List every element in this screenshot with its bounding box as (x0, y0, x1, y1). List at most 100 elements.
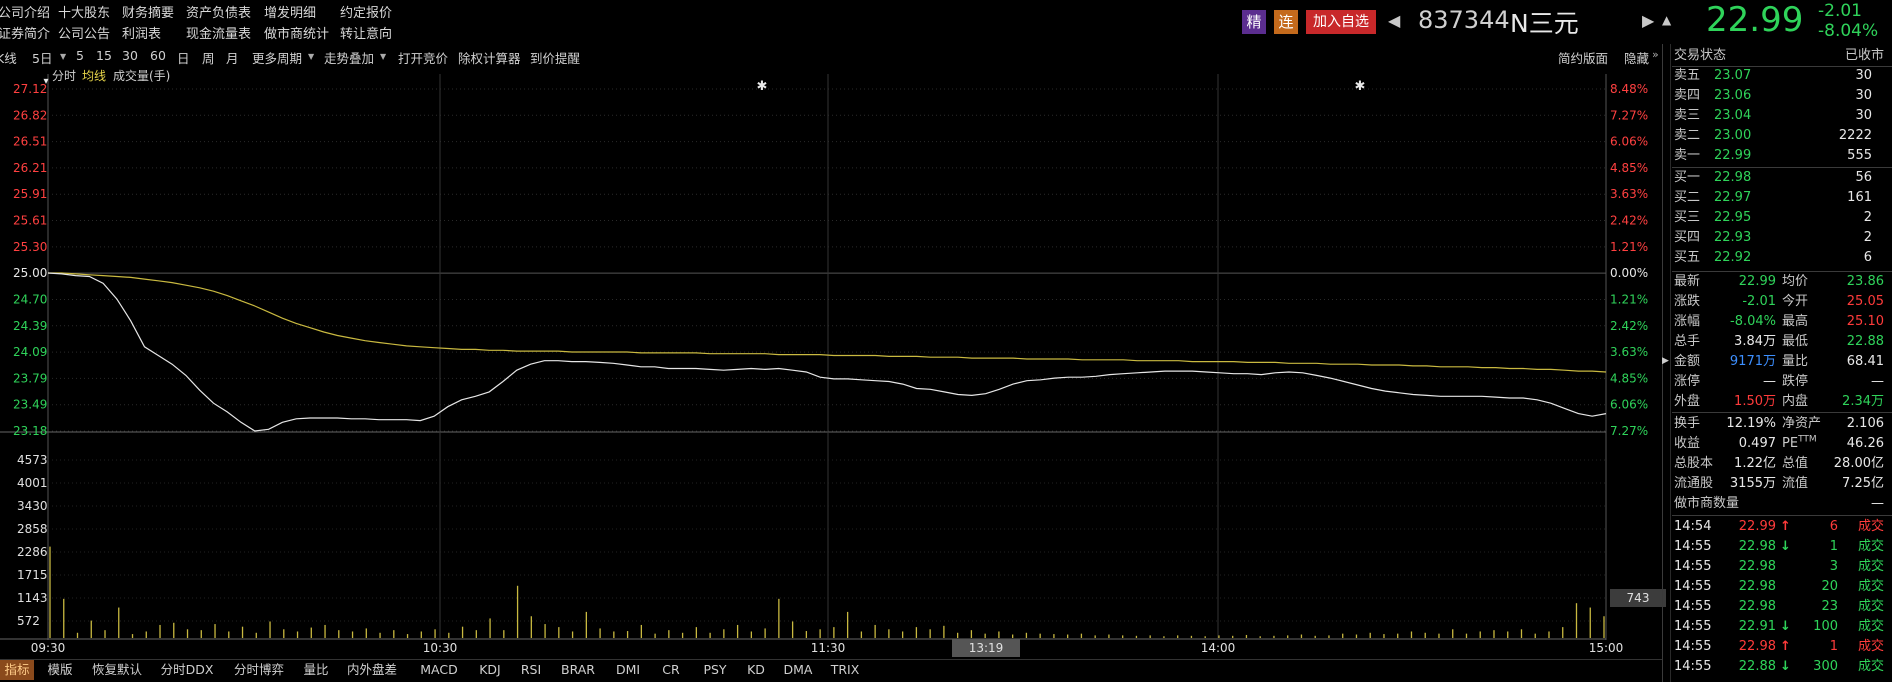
stat-label-text: 均价 (1782, 274, 1809, 289)
indicator-tab-3[interactable]: 分时DDX (156, 660, 218, 680)
indicator-tab-15[interactable]: DMA (778, 660, 818, 680)
ask-row[interactable]: 卖二 23.00 2222 (1672, 126, 1888, 146)
stat-label: 净资产 (1782, 414, 1821, 434)
stat-label: 总手 (1674, 334, 1701, 349)
jing-badge[interactable]: 精 (1242, 10, 1266, 34)
indicator-tab-8[interactable]: KDJ (474, 660, 506, 680)
ask-row[interactable]: 卖五 23.07 30 (1672, 66, 1888, 86)
ask-row[interactable]: 卖三 23.04 30 (1672, 106, 1888, 126)
bid-row[interactable]: 买四 22.93 2 (1672, 228, 1888, 248)
bid-row[interactable]: 买五 22.92 6 (1672, 248, 1888, 268)
arrow-down-icon: ↓ (1780, 659, 1791, 674)
menu-item-r2-2[interactable]: 利润表 (122, 23, 161, 42)
stat-label: 换手 (1674, 416, 1701, 431)
trade-type: 成交 (1857, 599, 1884, 614)
menu-item-r2-0[interactable]: 证券简介 (0, 23, 50, 42)
indicator-tab-5[interactable]: 量比 (298, 660, 334, 680)
stat-label: 金额 (1674, 354, 1701, 369)
next-stock-icon[interactable]: ▶ (1642, 11, 1654, 30)
menu-item-r1-1[interactable]: 十大股东 (58, 2, 110, 21)
stat-value: 22.88 (1846, 334, 1884, 349)
trade-row[interactable]: 14:55 22.98 20 成交 (1672, 577, 1888, 597)
volume-tick-label: 3430 (17, 499, 48, 513)
trade-row[interactable]: 14:55 22.98 ↓ 1 成交 (1672, 537, 1888, 557)
menu-item-r2-4[interactable]: 做市商统计 (264, 23, 329, 42)
pct-tick-label: 6.06% (1610, 398, 1648, 412)
indicator-tab-2[interactable]: 恢复默认 (88, 660, 146, 680)
price-tick-label: 26.82 (13, 108, 47, 122)
indicator-tab-4[interactable]: 分时博弈 (228, 660, 290, 680)
prev-stock-icon[interactable]: ◀ (1388, 11, 1400, 30)
stat-label: 涨跌 (1674, 294, 1701, 309)
stat-value: 7.25亿 (1842, 476, 1884, 491)
pct-tick-label: 3.63% (1610, 187, 1648, 201)
price-tick-label: 23.49 (13, 398, 47, 412)
market-maker-label: 做市商数量 (1674, 496, 1740, 511)
indicator-tab-6[interactable]: 内外盘差 (342, 660, 402, 680)
bell-icon[interactable]: ▲ (1662, 13, 1671, 27)
menu-item-r1-5[interactable]: 约定报价 (340, 2, 392, 21)
trade-row[interactable]: 14:55 22.91 ↓ 100 成交 (1672, 617, 1888, 637)
bid-row[interactable]: 买二 22.97 161 (1672, 188, 1888, 208)
menu-item-r2-5[interactable]: 转让意向 (340, 23, 392, 42)
indicator-tab-16[interactable]: TRIX (826, 660, 864, 680)
menu-item-r1-4[interactable]: 增发明细 (264, 2, 316, 21)
menu-item-r2-1[interactable]: 公司公告 (58, 23, 110, 42)
pct-tick-label: 2.42% (1610, 319, 1648, 333)
menu-item-r2-3[interactable]: 现金流量表 (186, 23, 251, 42)
stat-value: -2.01 (1742, 294, 1776, 309)
bid-price: 22.92 (1714, 250, 1752, 265)
trade-row[interactable]: 14:55 22.98 3 成交 (1672, 557, 1888, 577)
trade-row[interactable]: 14:55 22.98 23 成交 (1672, 597, 1888, 617)
ask-row[interactable]: 卖四 23.06 30 (1672, 86, 1888, 106)
stat-label: 总值 (1782, 454, 1808, 474)
stat-value: 12.19% (1726, 416, 1776, 431)
indicator-tab-1[interactable]: 模版 (40, 660, 80, 680)
volume-tick-label: 4573 (17, 453, 48, 467)
trade-row[interactable]: 14:55 22.88 ↓ 300 成交 (1672, 657, 1888, 677)
trade-time: 14:55 (1674, 619, 1712, 634)
event-star-icon[interactable]: ✱ (1355, 79, 1366, 94)
last-price: 22.99 (1706, 0, 1804, 40)
trade-time: 14:55 (1674, 639, 1712, 654)
indicator-tab-14[interactable]: KD (740, 660, 772, 680)
bid-volume: 161 (1847, 190, 1872, 205)
menu-item-r1-0[interactable]: 公司介绍 (0, 2, 50, 21)
trade-time: 14:54 (1674, 519, 1712, 534)
pct-tick-label: 8.48% (1610, 82, 1648, 96)
bid-row[interactable]: 买一 22.98 56 (1672, 168, 1888, 188)
indicator-tab-7[interactable]: MACD (412, 660, 466, 680)
collapse-panel-icon[interactable]: ▶ (1662, 356, 1669, 366)
trade-status-label: 交易状态 (1674, 48, 1727, 63)
pct-tick-label: 1.21% (1610, 240, 1648, 254)
stat-label: 收益 (1674, 436, 1701, 451)
stat-label-text: 今开 (1782, 294, 1809, 309)
menu-item-r1-2[interactable]: 财务摘要 (122, 2, 174, 21)
trade-row[interactable]: 14:54 22.99 ↑ 6 成交 (1672, 517, 1888, 537)
ask-row[interactable]: 卖一 22.99 555 (1672, 146, 1888, 166)
trade-status-value: 已收市 (1844, 48, 1884, 63)
bid-row[interactable]: 买三 22.95 2 (1672, 208, 1888, 228)
stat-label: 流通股 (1674, 476, 1714, 491)
menu-item-r1-3[interactable]: 资产负债表 (186, 2, 251, 21)
indicator-tab-0[interactable]: 指标 (0, 660, 34, 680)
intraday-chart[interactable]: 27.12 8.48% 26.82 7.27% 26.51 6.06% 26.21 4.85%… (0, 60, 1670, 660)
stat-label: 内盘 (1782, 392, 1808, 412)
lian-badge[interactable]: 连 (1274, 10, 1298, 34)
indicator-tab-10[interactable]: BRAR (556, 660, 600, 680)
ask-price: 23.06 (1714, 88, 1752, 103)
trade-type: 成交 (1857, 639, 1884, 654)
indicator-tab-13[interactable]: PSY (696, 660, 734, 680)
stat-label-text: PE (1782, 436, 1799, 451)
indicator-tab-12[interactable]: CR (654, 660, 688, 680)
trade-volume: 6 (1829, 519, 1838, 534)
indicator-tab-9[interactable]: RSI (514, 660, 548, 680)
event-star-icon[interactable]: ✱ (757, 79, 768, 94)
time-tick-label: 14:00 (1201, 641, 1236, 655)
add-watchlist-button[interactable]: 加入自选 (1306, 10, 1376, 34)
trade-row[interactable]: 14:55 22.98 ↑ 1 成交 (1672, 637, 1888, 657)
indicator-tab-11[interactable]: DMI (610, 660, 646, 680)
stat-value: 3155万 (1729, 476, 1776, 491)
trade-type: 成交 (1857, 519, 1884, 534)
trade-type: 成交 (1857, 659, 1884, 674)
